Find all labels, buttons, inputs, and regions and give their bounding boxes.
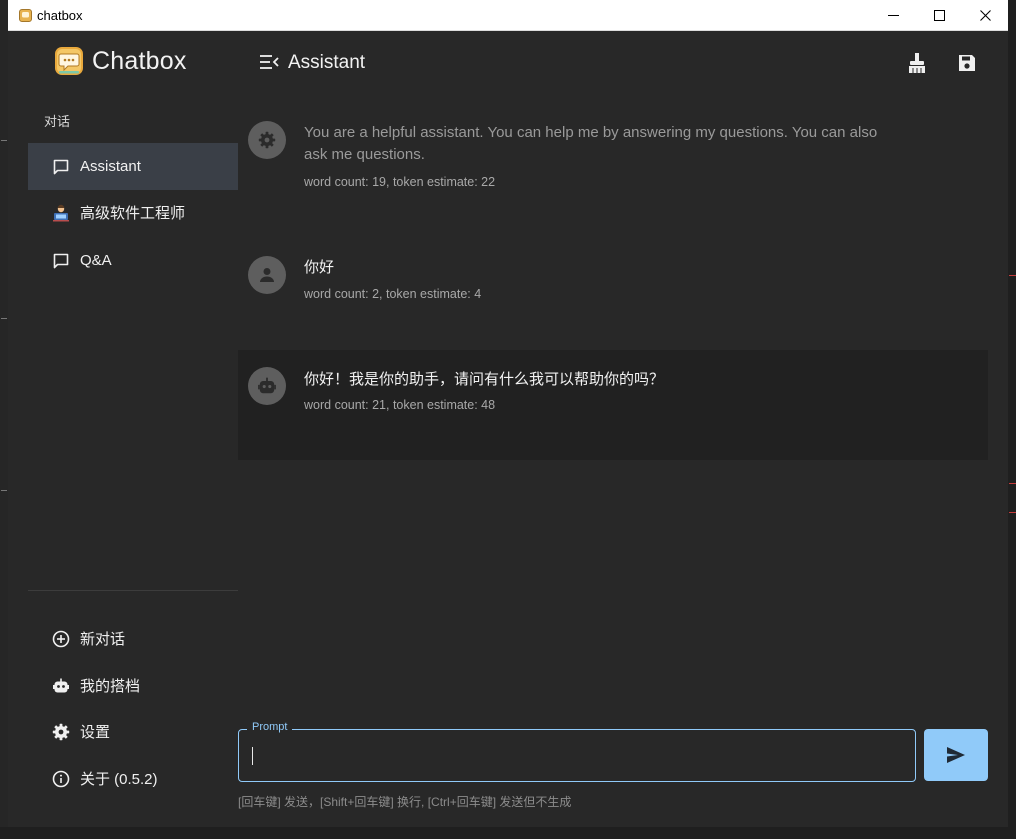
desktop-fragment (1, 490, 7, 491)
minimize-button[interactable] (870, 0, 916, 31)
desktop-fragment (1, 318, 7, 319)
about-label: 关于 (0.5.2) (80, 771, 158, 788)
chatbox-window: chatbox Chatbox 对话 Assistant 高级软件工程师 Q&A… (8, 0, 1008, 827)
session-label: Q&A (80, 252, 112, 269)
message-meta: word count: 21, token estimate: 48 (304, 398, 496, 412)
close-button[interactable] (962, 0, 1008, 31)
chat-bubble-icon (52, 252, 70, 270)
developer-avatar-icon (52, 204, 70, 222)
session-item-assistant[interactable]: Assistant (28, 143, 238, 190)
person-icon (260, 268, 274, 282)
save-button[interactable] (955, 51, 979, 75)
gear-icon (258, 131, 276, 149)
gear-icon (52, 723, 70, 741)
menu-collapse-icon[interactable] (259, 54, 279, 70)
minimize-icon (887, 15, 899, 16)
app-icon (19, 9, 32, 22)
new-chat-button[interactable]: 新对话 (28, 615, 238, 662)
settings-button[interactable]: 设置 (28, 708, 238, 755)
new-chat-label: 新对话 (80, 631, 126, 648)
sidebar-divider (28, 590, 238, 591)
text-caret (252, 747, 253, 765)
clean-button[interactable] (905, 51, 929, 75)
prompt-input[interactable] (251, 736, 895, 774)
desktop-fragment (1009, 483, 1016, 484)
close-icon (979, 10, 991, 21)
chatbox-logo-icon (55, 47, 83, 75)
prompt-label: Prompt (247, 721, 293, 733)
desktop-fragment (1009, 275, 1016, 276)
title-bar: chatbox (8, 0, 1008, 31)
message-assistant: 你好！我是你的助手，请问有什么我可以帮助你的吗？ word count: 21,… (238, 350, 988, 460)
maximize-button[interactable] (916, 0, 962, 31)
window-title: chatbox (37, 8, 83, 23)
assistant-avatar (248, 367, 286, 405)
session-label: 高级软件工程师 (80, 205, 186, 222)
info-icon (52, 770, 70, 788)
maximize-icon (933, 10, 945, 21)
brand: Chatbox (54, 46, 187, 76)
desktop-fragment (1009, 512, 1016, 513)
settings-label: 设置 (80, 724, 111, 741)
message-text: 你好！我是你的助手，请问有什么我可以帮助你的吗？ (304, 371, 665, 388)
my-copilots-button[interactable]: 我的搭档 (28, 662, 238, 709)
save-icon (959, 55, 975, 71)
conversation-title: Assistant (288, 52, 366, 73)
session-label: Assistant (80, 158, 141, 175)
message-text: You are a helpful assistant. You can hel… (304, 124, 878, 163)
broom-icon (909, 53, 925, 73)
desktop-fragment (1, 140, 7, 141)
desktop-background-left (0, 0, 8, 839)
send-icon (947, 747, 965, 763)
about-button[interactable]: 关于 (0.5.2) (28, 755, 238, 802)
robot-icon (52, 677, 70, 695)
message-meta: word count: 2, token estimate: 4 (304, 287, 482, 301)
my-copilots-label: 我的搭档 (80, 678, 141, 695)
message-text: 你好 (304, 259, 335, 276)
desktop-background-bottom (0, 827, 1016, 839)
system-avatar (248, 121, 286, 159)
section-label: 对话 (44, 114, 71, 129)
input-hint: [回车键] 发送，[Shift+回车键] 换行, [Ctrl+回车键] 发送但不… (238, 795, 572, 809)
sidebar: Chatbox 对话 Assistant 高级软件工程师 Q&A 新对话 我的搭… (8, 31, 238, 827)
app-name: Chatbox (92, 46, 187, 75)
session-item-senior-engineer[interactable]: 高级软件工程师 (28, 189, 238, 236)
robot-icon (258, 377, 276, 394)
message-system: You are a helpful assistant. You can hel… (238, 109, 988, 209)
chat-bubble-icon (52, 158, 70, 176)
chat-main: Assistant You are a helpful assistant. Y… (238, 31, 1008, 827)
message-meta: word count: 19, token estimate: 22 (304, 175, 496, 189)
message-user: 你好 word count: 2, token estimate: 4 (238, 241, 988, 341)
session-item-qa[interactable]: Q&A (28, 237, 238, 284)
desktop-background-right (1008, 0, 1016, 839)
user-avatar (248, 256, 286, 294)
send-button[interactable] (924, 729, 988, 781)
add-circle-icon (52, 630, 70, 648)
prompt-field[interactable]: Prompt (238, 721, 916, 782)
